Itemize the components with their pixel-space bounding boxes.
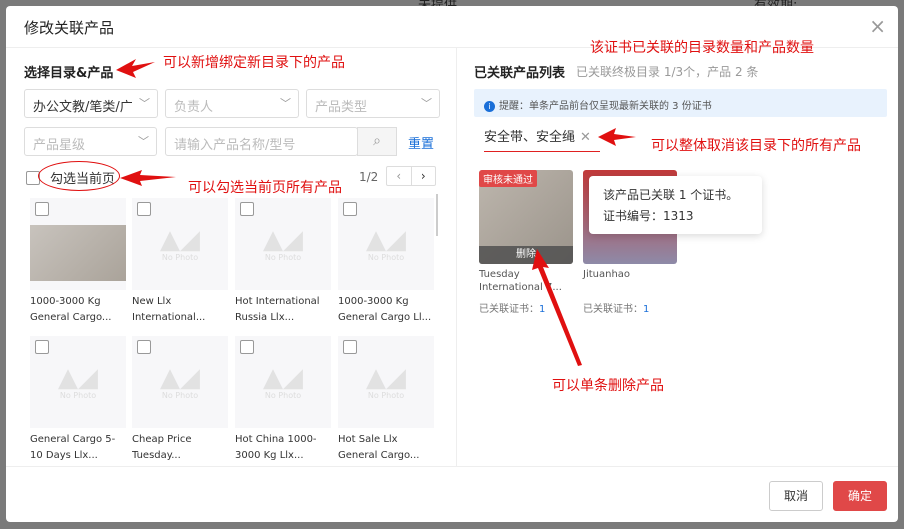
annotation-arrows xyxy=(116,59,636,366)
arrow xyxy=(532,249,582,366)
arrow xyxy=(598,128,636,146)
arrow xyxy=(116,59,155,78)
arrow xyxy=(120,170,176,186)
